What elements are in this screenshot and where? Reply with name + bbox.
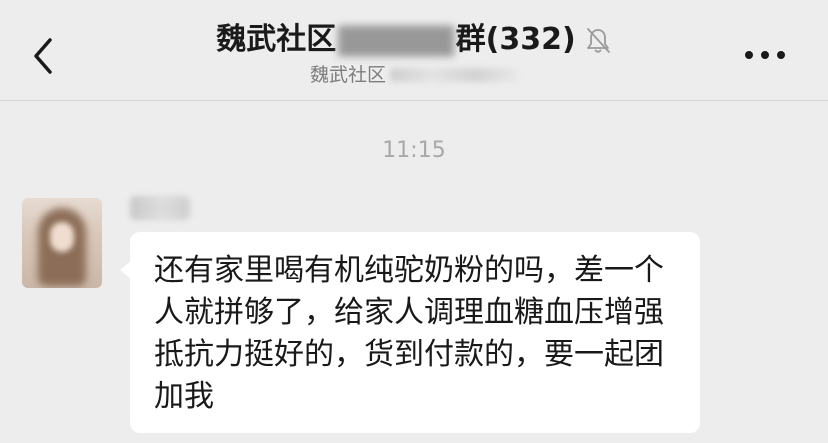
title-suffix: 群: [455, 22, 486, 57]
message-text: 还有家里喝有机纯驼奶粉的吗，差一个人就拼够了，给家人调理血糖血压增强抵抗力挺好的…: [154, 253, 664, 414]
chat-subtitle: 魏武社区: [310, 62, 518, 88]
member-count: (332): [485, 22, 576, 57]
message-bubble[interactable]: 还有家里喝有机纯驼奶粉的吗，差一个人就拼够了，给家人调理血糖血压增强抵抗力挺好的…: [120, 232, 700, 433]
chat-title: 魏武社区 ▇▇▇▇▇ 群 (332): [216, 18, 611, 62]
subtitle-redacted: [390, 68, 518, 82]
bubble-tail: [120, 260, 132, 280]
avatar[interactable]: [22, 198, 102, 288]
more-horizontal-icon: [745, 51, 785, 59]
more-options-button[interactable]: [740, 40, 790, 70]
avatar-face: [50, 222, 74, 252]
message-timestamp: 11:15: [382, 138, 446, 163]
subtitle-prefix: 魏武社区: [309, 64, 386, 86]
bell-off-icon: [586, 28, 610, 53]
chat-title-area: 魏武社区 ▇▇▇▇▇ 群 (332) 魏武社区: [0, 18, 828, 88]
sender-name: ▇▇: [130, 196, 190, 220]
title-redacted: ▇▇▇▇▇: [338, 22, 454, 57]
title-prefix: 魏武社区: [216, 22, 337, 57]
chat-header: 魏武社区 ▇▇▇▇▇ 群 (332) 魏武社区: [0, 0, 828, 101]
